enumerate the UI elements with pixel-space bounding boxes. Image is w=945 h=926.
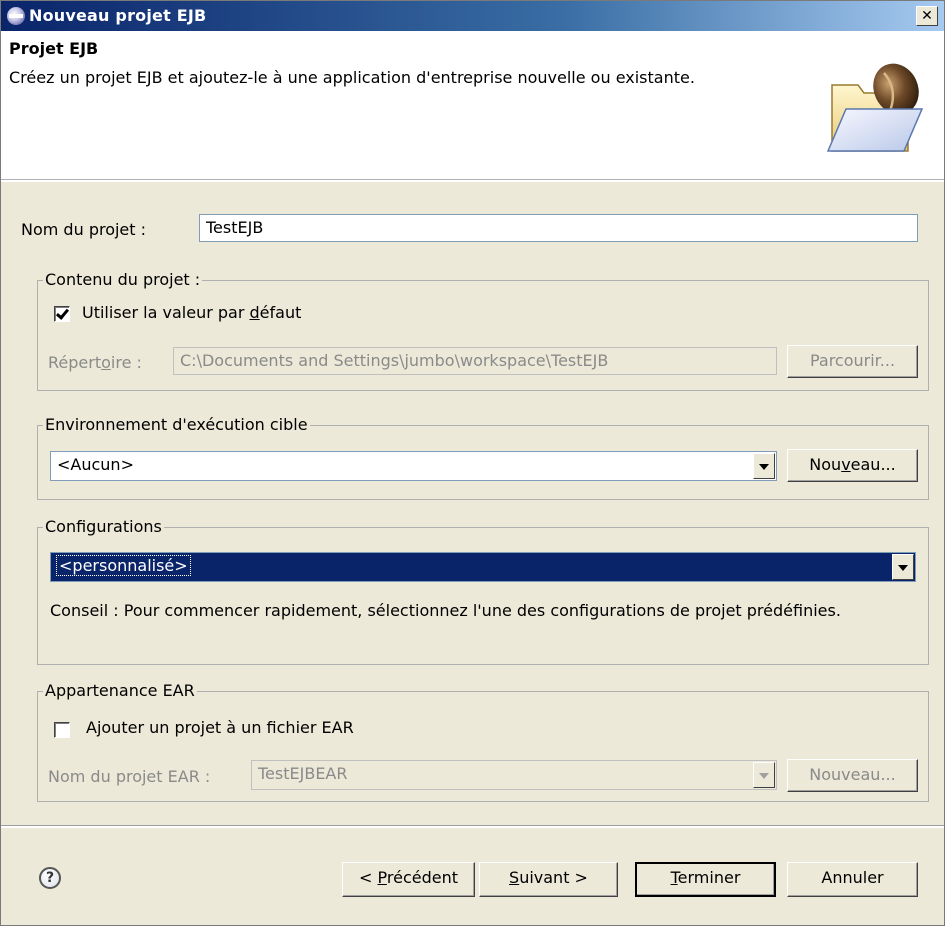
ear-membership-legend: Appartenance EAR	[43, 681, 197, 700]
target-runtime-legend: Environnement d'exécution cible	[43, 415, 310, 434]
project-name-label: Nom du projet :	[21, 220, 147, 239]
title-bar[interactable]: Nouveau projet EJB ✕	[1, 1, 944, 31]
configurations-legend: Configurations	[43, 517, 164, 536]
project-content-legend: Contenu du projet :	[43, 270, 203, 289]
configuration-select[interactable]: <personnalisé>	[50, 552, 916, 582]
configuration-hint: Conseil : Pour commencer rapidement, sél…	[50, 601, 841, 620]
chevron-down-icon[interactable]	[753, 762, 775, 788]
ear-name-label: Nom du projet EAR :	[48, 767, 211, 786]
close-button[interactable]: ✕	[916, 6, 938, 26]
eclipse-app-icon	[7, 7, 25, 25]
page-heading: Projet EJB	[9, 39, 99, 58]
chevron-down-icon[interactable]	[892, 554, 914, 580]
project-name-input[interactable]: TestEJB	[199, 214, 918, 242]
directory-label: Répertoire :	[48, 353, 142, 372]
add-to-ear-label[interactable]: Ajouter un projet à un fichier EAR	[86, 718, 354, 737]
dialog-window: Nouveau projet EJB ✕ Projet EJB Créez un…	[0, 0, 945, 926]
back-button[interactable]: < Précédent	[342, 862, 475, 897]
finish-button[interactable]: Terminer	[635, 862, 776, 897]
new-ear-button[interactable]: Nouveau...	[787, 759, 918, 792]
window-title: Nouveau projet EJB	[29, 6, 207, 25]
ear-name-select[interactable]: TestEJBEAR	[251, 760, 777, 790]
page-description: Créez un projet EJB et ajoutez-le à une …	[9, 68, 695, 87]
browse-button[interactable]: Parcourir...	[787, 345, 918, 378]
add-to-ear-checkbox[interactable]	[54, 722, 70, 738]
chevron-down-icon[interactable]	[753, 453, 775, 479]
configurations-group: Configurations	[37, 517, 929, 665]
target-runtime-value: <Aucun>	[57, 455, 134, 474]
header-banner: Projet EJB Créez un projet EJB et ajoute…	[1, 31, 944, 180]
use-default-checkbox[interactable]	[54, 306, 70, 322]
use-default-label[interactable]: Utiliser la valeur par défaut	[82, 303, 301, 322]
directory-input[interactable]: C:\Documents and Settings\jumbo\workspac…	[173, 347, 777, 375]
target-runtime-select[interactable]: <Aucun>	[50, 451, 777, 481]
ear-name-value: TestEJBEAR	[258, 764, 348, 783]
header-separator	[1, 179, 944, 182]
footer-separator	[1, 825, 944, 828]
new-runtime-button[interactable]: Nouveau...	[787, 449, 918, 482]
configuration-value: <personnalisé>	[56, 555, 191, 576]
help-icon[interactable]: ?	[39, 867, 61, 889]
folder-bean-icon	[826, 63, 924, 152]
cancel-button[interactable]: Annuler	[787, 862, 918, 897]
next-button[interactable]: Suivant >	[479, 862, 618, 897]
